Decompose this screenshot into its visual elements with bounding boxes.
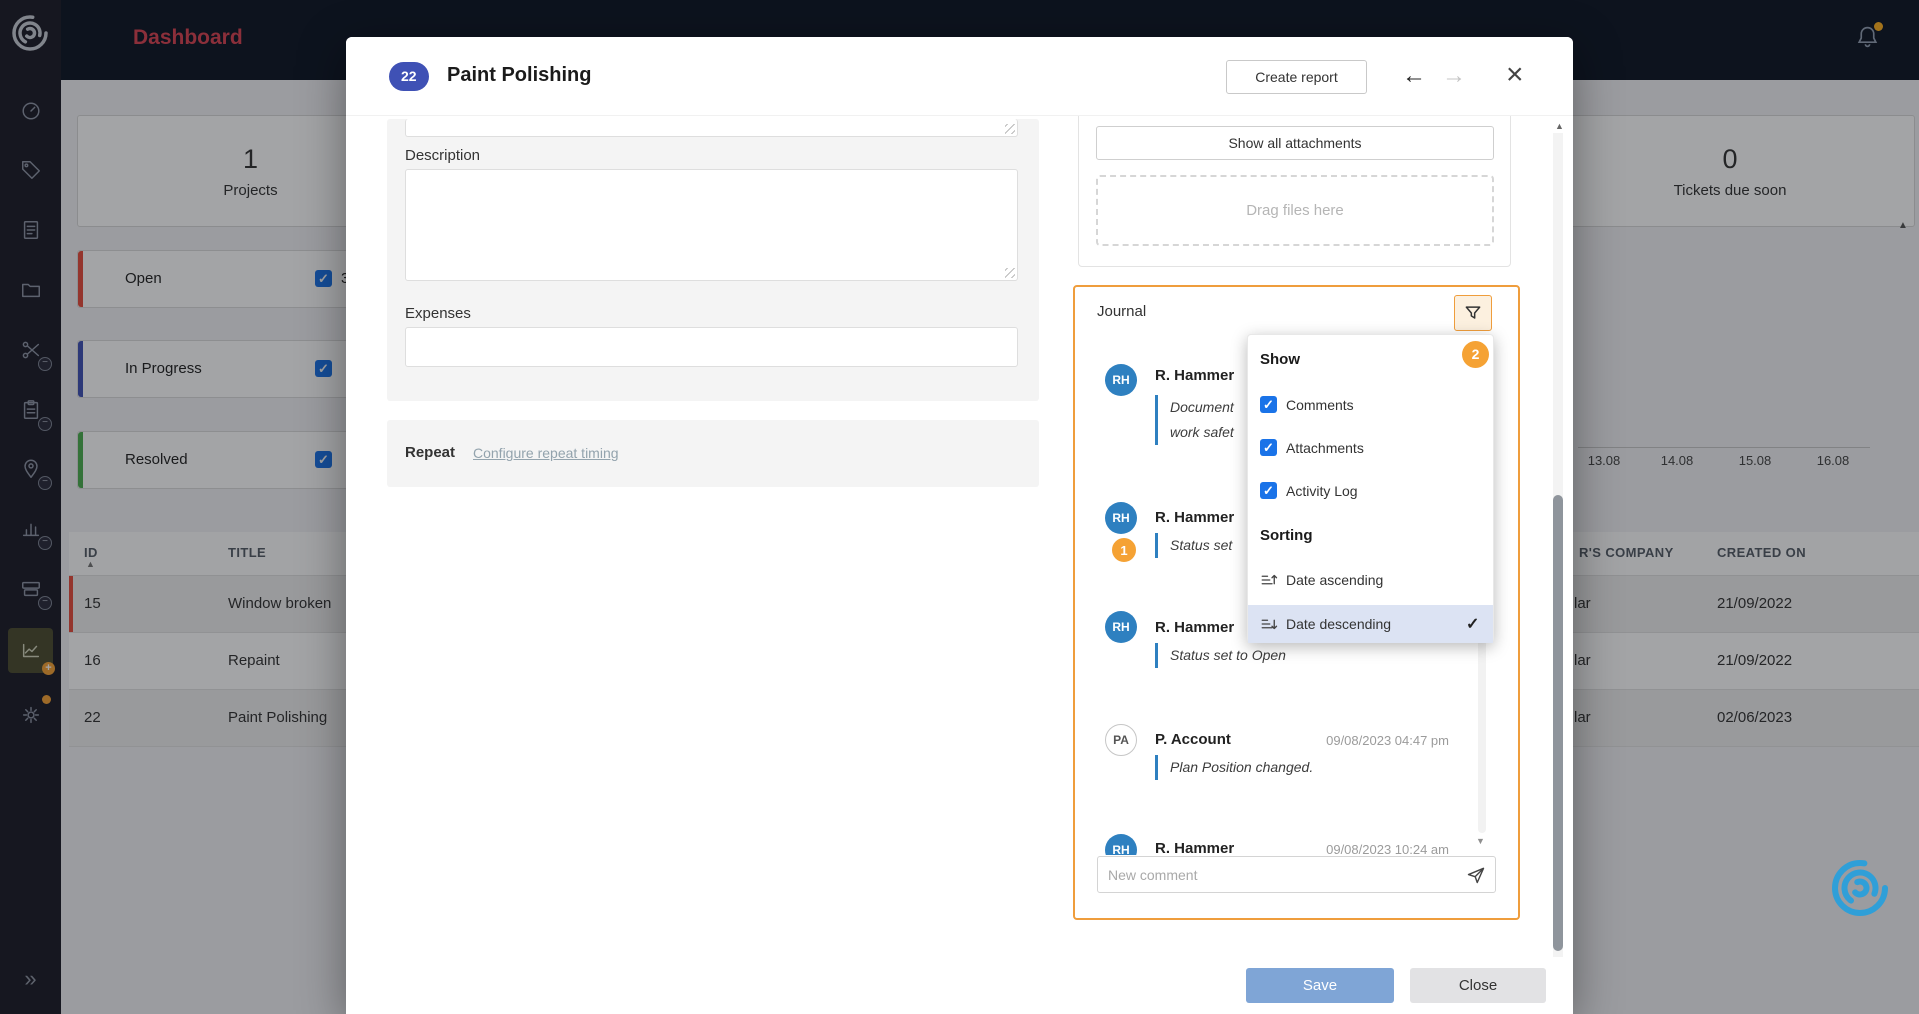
journal-title: Journal <box>1097 303 1146 320</box>
filter-count-badge: 2 <box>1462 341 1489 368</box>
ticket-id-badge: 22 <box>389 62 429 91</box>
attachments-checkbox[interactable]: ✓ <box>1260 439 1277 456</box>
entry-comment: Document work safet <box>1155 395 1234 445</box>
new-comment-box <box>1097 856 1496 893</box>
avatar: RH <box>1105 364 1137 396</box>
avatar: RH <box>1105 834 1137 855</box>
entry-author: R. Hammer <box>1155 367 1234 384</box>
clipped-field <box>405 119 1018 137</box>
send-comment-icon[interactable] <box>1466 865 1486 890</box>
menu-item-date-descending[interactable]: Date descending <box>1286 616 1391 632</box>
create-report-button[interactable]: Create report <box>1226 60 1367 94</box>
save-button[interactable]: Save <box>1246 968 1394 1003</box>
entry-activity: Plan Position changed. <box>1155 755 1313 780</box>
forward-arrow-icon[interactable]: → <box>1442 59 1466 93</box>
entry-author: R. Hammer <box>1155 619 1234 636</box>
entry-activity: Status set to Open <box>1155 643 1286 668</box>
check-icon: ✓ <box>1466 614 1479 634</box>
modal-body: Description Expenses Repeat Configure re… <box>346 115 1573 1014</box>
dropzone-hint: Drag files here <box>1246 202 1344 219</box>
journal-filter-button[interactable] <box>1454 295 1492 331</box>
attachments-card: Show all attachments Drag files here <box>1078 115 1511 267</box>
configure-repeat-link[interactable]: Configure repeat timing <box>473 445 619 461</box>
entry-author: P. Account <box>1155 731 1231 748</box>
menu-item-comments[interactable]: Comments <box>1286 397 1354 413</box>
sort-descending-icon <box>1260 615 1278 638</box>
entry-author: R. Hammer <box>1155 509 1234 526</box>
screen: Dashboard − <box>0 0 1919 1014</box>
expenses-label: Expenses <box>405 305 471 322</box>
menu-item-date-ascending[interactable]: Date ascending <box>1286 572 1383 588</box>
details-panel: Description Expenses <box>387 119 1039 401</box>
sorting-section-header: Sorting <box>1260 527 1313 544</box>
resize-handle[interactable] <box>1005 124 1015 134</box>
entry-activity: Status set <box>1155 533 1232 558</box>
activity-log-checkbox[interactable]: ✓ <box>1260 482 1277 499</box>
sort-ascending-icon <box>1260 571 1278 594</box>
modal-header: 22 Paint Polishing Create report ← → × <box>346 37 1573 116</box>
journal-filter-dropdown: Show 2 ✓ Comments ✓ Attachments ✓ Activi… <box>1247 334 1494 643</box>
entry-timestamp: 09/08/2023 04:47 pm <box>1326 733 1449 748</box>
file-dropzone[interactable]: Drag files here <box>1096 175 1494 246</box>
back-arrow-icon[interactable]: ← <box>1402 59 1426 93</box>
funnel-icon <box>1463 303 1483 323</box>
repeat-label: Repeat <box>405 444 455 461</box>
comments-checkbox[interactable]: ✓ <box>1260 396 1277 413</box>
unread-count-badge: 1 <box>1110 536 1138 564</box>
menu-item-attachments[interactable]: Attachments <box>1286 440 1364 456</box>
expenses-input[interactable] <box>405 327 1018 367</box>
modal-scrollbar-thumb[interactable] <box>1553 495 1563 951</box>
scroll-down-icon[interactable]: ▼ <box>1476 836 1485 846</box>
close-icon[interactable]: × <box>1506 53 1524 97</box>
entry-author: R. Hammer <box>1155 840 1234 855</box>
description-label: Description <box>405 147 480 164</box>
ticket-modal: 22 Paint Polishing Create report ← → × D… <box>346 37 1573 1014</box>
repeat-panel: Repeat Configure repeat timing <box>387 420 1039 487</box>
close-button[interactable]: Close <box>1410 968 1546 1003</box>
app-watermark-logo-icon <box>1829 857 1891 924</box>
avatar: PA <box>1105 724 1137 756</box>
avatar: RH <box>1105 502 1137 534</box>
modal-title: Paint Polishing <box>447 64 591 87</box>
entry-timestamp: 09/08/2023 10:24 am <box>1326 842 1449 855</box>
show-section-header: Show <box>1260 351 1300 368</box>
description-textarea[interactable] <box>405 169 1018 281</box>
resize-handle[interactable] <box>1005 268 1015 278</box>
new-comment-input[interactable] <box>1098 857 1468 892</box>
show-all-attachments-button[interactable]: Show all attachments <box>1096 126 1494 160</box>
scroll-up-icon[interactable]: ▲ <box>1555 121 1564 131</box>
avatar: RH <box>1105 611 1137 643</box>
menu-item-activity-log[interactable]: Activity Log <box>1286 483 1358 499</box>
